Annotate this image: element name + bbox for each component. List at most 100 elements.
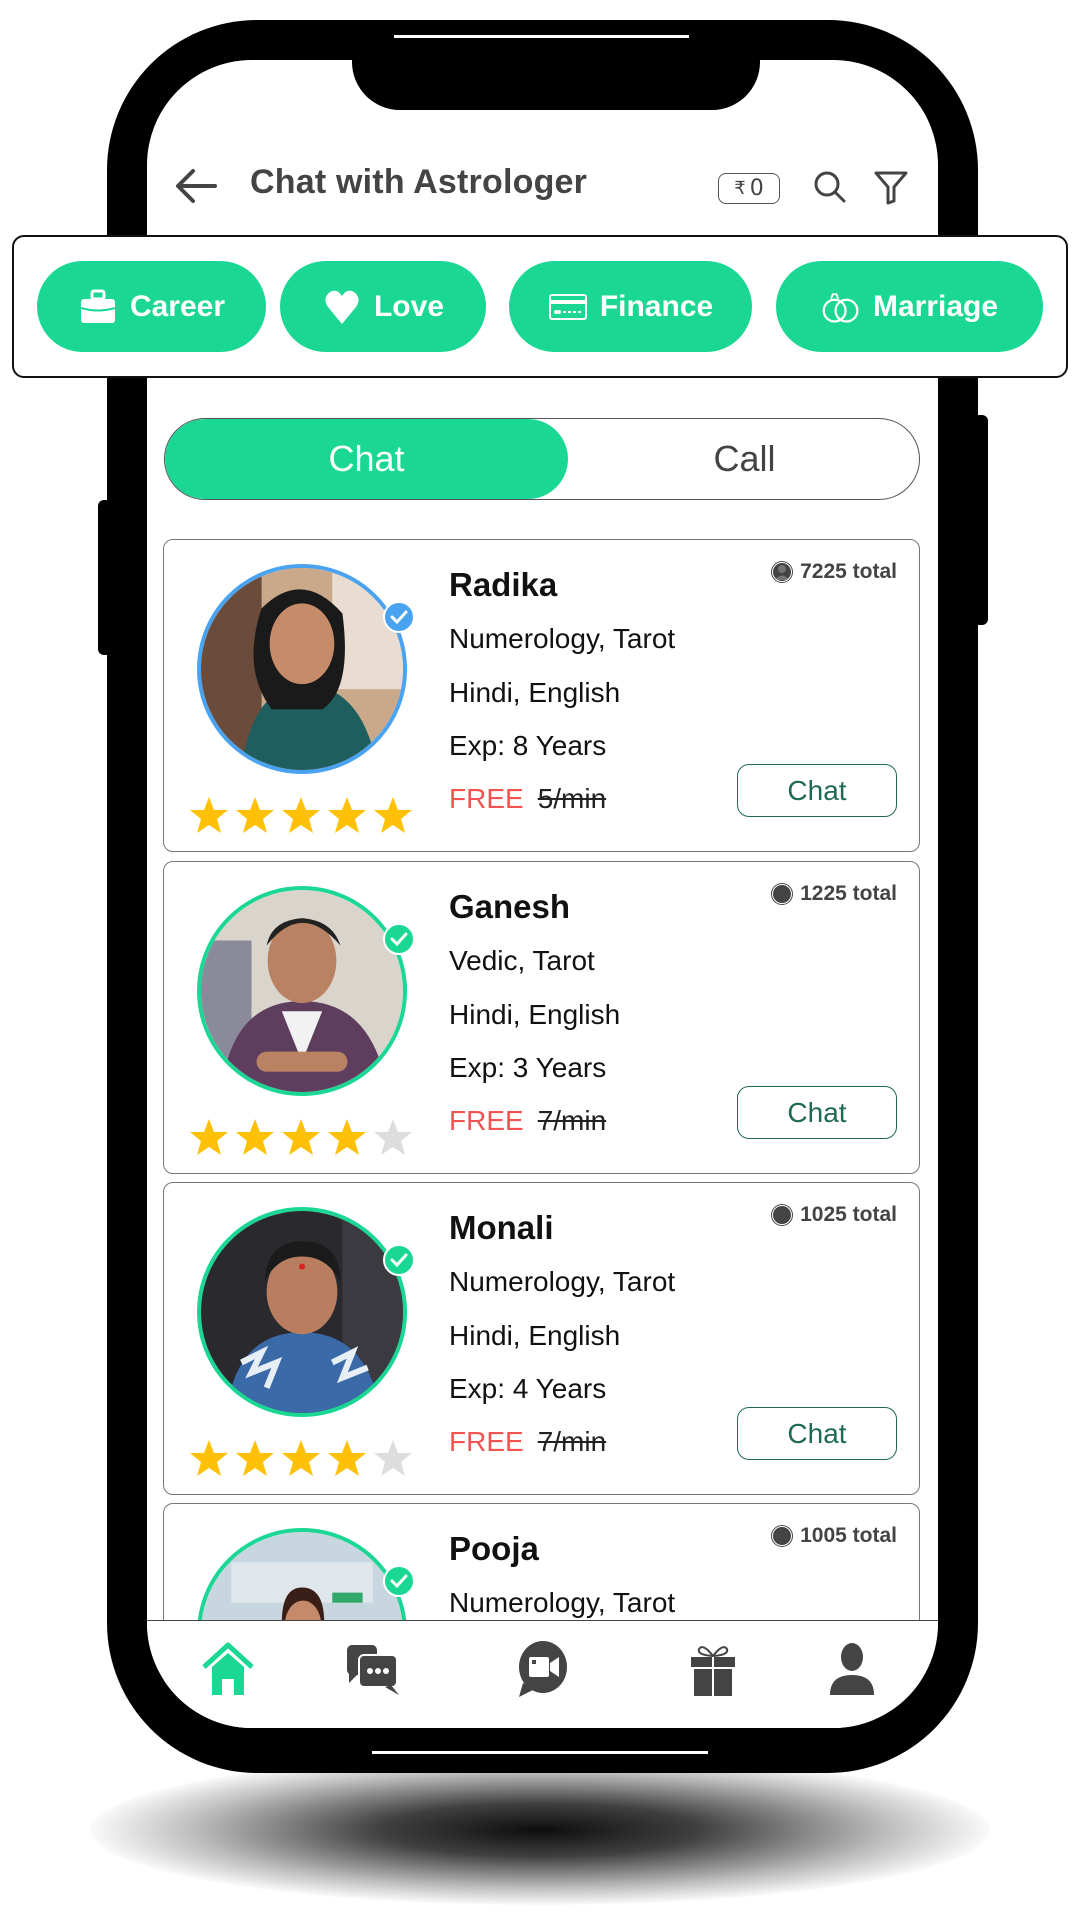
total-count: 1225 total: [800, 882, 897, 905]
filter-button[interactable]: [871, 167, 911, 207]
astrologer-photo: [201, 568, 403, 770]
star-empty-icon: [374, 1119, 412, 1155]
user-circle-icon: [771, 1204, 794, 1226]
astrologer-skills: Numerology, Tarot: [449, 1266, 676, 1297]
category-label: Marriage: [872, 289, 999, 323]
price: FREE 7/min: [449, 1426, 606, 1458]
old-price: 5/min: [537, 783, 607, 814]
briefcase-icon: [80, 289, 116, 323]
phone-shadow: [90, 1755, 990, 1905]
price: FREE 5/min: [449, 783, 606, 815]
verified-badge-icon: [383, 1565, 415, 1597]
astrologer-name: Pooja: [449, 1530, 539, 1567]
gift-icon: [691, 1646, 735, 1696]
old-price: 7/min: [537, 1105, 607, 1136]
tab-chat[interactable]: Chat: [165, 419, 568, 499]
category-love[interactable]: Love: [280, 261, 486, 352]
free-label: FREE: [449, 783, 524, 814]
wallet-balance-button[interactable]: ₹ 0: [718, 173, 780, 204]
consultation-total: 1225 total: [770, 882, 897, 906]
phone-notch: [352, 58, 760, 110]
astrologer-skills: Numerology, Tarot: [449, 623, 676, 654]
search-icon: [814, 171, 846, 203]
star-filled-icon: [282, 1119, 320, 1155]
back-arrow-icon: [176, 169, 217, 203]
nav-chats[interactable]: [345, 1641, 401, 1697]
astrologer-card[interactable]: Ganesh Vedic, Tarot Hindi, English Exp: …: [163, 861, 920, 1174]
nav-video-call[interactable]: [515, 1641, 571, 1697]
old-price: 7/min: [537, 1426, 607, 1457]
consultation-total: 7225 total: [770, 560, 897, 584]
astrologer-experience: Exp: 4 Years: [449, 1373, 607, 1404]
verified-badge-icon: [383, 923, 415, 955]
home-indicator: [372, 1751, 708, 1754]
star-filled-icon: [190, 797, 228, 833]
chat-button[interactable]: Chat: [737, 1086, 897, 1139]
astrologer-skills: Numerology, Tarot: [449, 1587, 676, 1618]
video-call-icon: [519, 1641, 567, 1697]
rupee-icon: ₹: [734, 178, 746, 199]
star-filled-icon: [328, 797, 366, 833]
home-icon: [202, 1642, 254, 1695]
category-marriage[interactable]: Marriage: [776, 261, 1043, 352]
rating-stars: [189, 1117, 413, 1157]
avatar: [197, 564, 407, 774]
filter-icon: [874, 171, 908, 205]
consultation-total: 1025 total: [770, 1203, 897, 1227]
user-circle-icon: [771, 561, 794, 583]
category-bar: Career Love Finance Marriage: [12, 235, 1068, 378]
star-filled-icon: [328, 1119, 366, 1155]
user-circle-icon: [771, 883, 794, 905]
user-icon: [830, 1643, 874, 1695]
star-filled-icon: [236, 1119, 274, 1155]
astrologer-experience: Exp: 8 Years: [449, 730, 607, 761]
nav-profile[interactable]: [824, 1641, 880, 1697]
app-header: Chat with Astrologer ₹ 0: [147, 155, 938, 215]
free-label: FREE: [449, 1426, 524, 1457]
astrologer-skills: Vedic, Tarot: [449, 945, 595, 976]
phone-speaker: [394, 35, 689, 38]
page-title: Chat with Astrologer: [250, 163, 588, 201]
total-count: 7225 total: [800, 560, 897, 583]
category-label: Finance: [599, 289, 714, 323]
wallet-balance: 0: [749, 176, 764, 201]
star-empty-icon: [374, 1440, 412, 1476]
category-finance[interactable]: Finance: [509, 261, 752, 352]
category-label: Love: [373, 289, 445, 323]
heart-icon: [325, 290, 359, 324]
astrologer-languages: Hindi, English: [449, 677, 621, 708]
user-circle-icon: [771, 1525, 794, 1547]
avatar: [197, 886, 407, 1096]
star-filled-icon: [282, 1440, 320, 1476]
bottom-nav: [147, 1620, 938, 1728]
total-count: 1025 total: [800, 1203, 897, 1226]
back-button[interactable]: [171, 161, 221, 211]
credit-card-icon: [548, 293, 587, 320]
astrologer-card[interactable]: Monali Numerology, Tarot Hindi, English …: [163, 1182, 920, 1495]
astrologer-name: Ganesh: [449, 888, 571, 925]
chat-call-toggle: Chat Call: [164, 418, 920, 500]
rating-stars: [189, 1438, 413, 1478]
nav-gifts[interactable]: [685, 1641, 741, 1697]
tab-call[interactable]: Call: [568, 419, 919, 499]
category-label: Career: [129, 289, 226, 323]
astrologer-photo: [201, 1211, 403, 1413]
chat-bubbles-icon: [347, 1645, 399, 1695]
verified-badge-icon: [383, 1244, 415, 1276]
free-label: FREE: [449, 1105, 524, 1136]
search-button[interactable]: [810, 167, 850, 207]
rings-icon: [822, 292, 859, 323]
star-filled-icon: [236, 1440, 274, 1476]
price: FREE 7/min: [449, 1105, 606, 1137]
category-career[interactable]: Career: [37, 261, 266, 352]
astrologer-card[interactable]: Radika Numerology, Tarot Hindi, English …: [163, 539, 920, 852]
star-filled-icon: [190, 1440, 228, 1476]
chat-button[interactable]: Chat: [737, 764, 897, 817]
total-count: 1005 total: [800, 1524, 897, 1547]
astrologer-name: Monali: [449, 1209, 554, 1246]
chat-button[interactable]: Chat: [737, 1407, 897, 1460]
rating-stars: [189, 795, 413, 835]
nav-home[interactable]: [200, 1641, 256, 1697]
star-filled-icon: [190, 1119, 228, 1155]
astrologer-languages: Hindi, English: [449, 999, 621, 1030]
